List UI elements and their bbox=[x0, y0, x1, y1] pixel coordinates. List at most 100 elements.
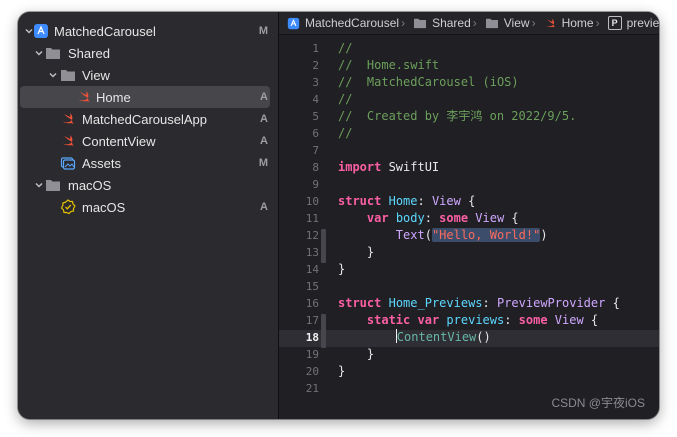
chevron-down-icon[interactable] bbox=[33, 179, 45, 191]
code-line-16[interactable]: struct Home_Previews: PreviewProvider { bbox=[338, 295, 620, 312]
code-line-17[interactable]: static var previews: some View { bbox=[338, 312, 598, 329]
code-line-1[interactable]: // bbox=[338, 40, 352, 57]
folder-icon bbox=[45, 177, 61, 193]
navigator-item-assets[interactable]: Assets M bbox=[18, 152, 278, 174]
navigator-item-matchedcarouselapp[interactable]: MatchedCarouselApp A bbox=[18, 108, 278, 130]
punctuation: } bbox=[338, 262, 346, 276]
chevron-right-icon: › bbox=[595, 16, 600, 30]
change-indicator[interactable] bbox=[321, 314, 326, 348]
code-line-6[interactable]: // bbox=[338, 125, 352, 142]
code-line-13[interactable]: } bbox=[338, 244, 374, 261]
code-line-14[interactable]: } bbox=[338, 261, 345, 278]
change-indicator[interactable] bbox=[321, 229, 326, 263]
type-name: View bbox=[431, 194, 461, 208]
breadcrumb-item-view[interactable]: View › bbox=[485, 16, 540, 30]
code-line-4[interactable]: // bbox=[338, 91, 352, 108]
navigator-item-contentview[interactable]: ContentView A bbox=[18, 130, 278, 152]
code-line-11[interactable]: var body: some View { bbox=[338, 210, 519, 227]
property-name: body bbox=[388, 211, 425, 225]
keyword: some bbox=[518, 313, 548, 327]
navigator-item-macos-entitlements[interactable]: macOS A bbox=[18, 196, 278, 218]
code-line-12[interactable]: Text("Hello, World!") bbox=[338, 227, 548, 244]
navigator-item-label: macOS bbox=[82, 199, 126, 215]
code-line-5[interactable]: // Created by 李宇鸿 on 2022/9/5. bbox=[338, 108, 576, 125]
function-call: ContentView bbox=[396, 330, 477, 344]
navigator-item-macos-folder[interactable]: macOS bbox=[18, 174, 278, 196]
property-name: previews bbox=[446, 313, 505, 327]
punctuation: } bbox=[338, 245, 375, 259]
punctuation: : bbox=[424, 211, 440, 225]
breadcrumb-label: previe bbox=[626, 16, 659, 30]
code-line-3[interactable]: // MatchedCarousel (iOS) bbox=[338, 74, 519, 91]
swift-file-icon bbox=[60, 111, 76, 127]
navigator-item-shared[interactable]: Shared bbox=[18, 42, 278, 64]
line-number: 20 bbox=[305, 365, 319, 378]
module-name: SwiftUI bbox=[381, 160, 440, 174]
chevron-right-icon: › bbox=[472, 16, 477, 30]
keyword: some bbox=[439, 211, 469, 225]
scm-status-badge: A bbox=[260, 135, 268, 147]
chevron-down-icon[interactable] bbox=[47, 69, 59, 81]
breadcrumb-label: Shared bbox=[432, 16, 471, 30]
line-number: 10 bbox=[305, 195, 319, 208]
navigator-item-home[interactable]: Home A bbox=[20, 86, 270, 108]
comment: // Home.swift bbox=[338, 58, 440, 72]
code-line-20[interactable]: } bbox=[338, 363, 345, 380]
type-name: Home bbox=[388, 194, 418, 208]
line-number: 3 bbox=[312, 76, 319, 89]
breadcrumb-item-shared[interactable]: Shared › bbox=[413, 16, 481, 30]
line-number: 21 bbox=[305, 382, 319, 395]
line-number: 4 bbox=[312, 93, 319, 106]
navigator-item-view[interactable]: View bbox=[18, 64, 278, 86]
string-literal: "Hello, World!" bbox=[431, 228, 541, 242]
folder-icon bbox=[485, 18, 498, 29]
punctuation: { bbox=[583, 313, 599, 327]
code-line-19[interactable]: } bbox=[338, 346, 374, 363]
code-line-10[interactable]: struct Home: View { bbox=[338, 193, 475, 210]
scm-status-badge: M bbox=[258, 157, 268, 169]
line-number: 8 bbox=[312, 161, 319, 174]
swift-file-icon bbox=[76, 89, 92, 105]
punctuation: } bbox=[338, 364, 346, 378]
line-number: 11 bbox=[305, 212, 319, 225]
breadcrumb-label: MatchedCarousel bbox=[305, 16, 400, 30]
punctuation: } bbox=[338, 347, 375, 361]
folder-icon bbox=[45, 45, 61, 61]
navigator-item-label: MatchedCarousel bbox=[54, 23, 156, 39]
breadcrumb-item-previews[interactable]: P previe bbox=[607, 16, 659, 30]
punctuation: { bbox=[605, 296, 620, 310]
breadcrumb-item-home[interactable]: Home › bbox=[544, 16, 604, 30]
type-name: View bbox=[468, 211, 505, 225]
line-number: 17 bbox=[305, 314, 319, 327]
line-number-current: 18 bbox=[305, 331, 319, 344]
source-editor[interactable]: MatchedCarousel › Shared › View › Home ›… bbox=[279, 12, 659, 419]
line-number: 7 bbox=[312, 144, 319, 157]
keyword: import bbox=[338, 160, 382, 174]
chevron-right-icon: › bbox=[401, 16, 406, 30]
punctuation: () bbox=[476, 330, 491, 344]
line-number: 12 bbox=[305, 229, 319, 242]
swift-file-icon bbox=[545, 18, 555, 28]
line-number: 13 bbox=[305, 246, 319, 259]
type-name: PreviewProvider bbox=[496, 296, 606, 310]
comment: // bbox=[338, 126, 353, 140]
line-number: 16 bbox=[305, 297, 319, 310]
breadcrumb: MatchedCarousel › Shared › View › Home ›… bbox=[279, 12, 659, 35]
code-line-2[interactable]: // Home.swift bbox=[338, 57, 439, 74]
punctuation: : bbox=[504, 313, 519, 327]
keyword: struct bbox=[338, 296, 382, 310]
code-line-8[interactable]: import SwiftUI bbox=[338, 159, 439, 176]
navigator-item-matchedcarousel[interactable]: MatchedCarousel M bbox=[18, 20, 278, 42]
watermark: CSDN @宇夜iOS bbox=[551, 396, 645, 410]
line-number: 1 bbox=[312, 42, 319, 55]
project-icon bbox=[33, 23, 49, 39]
line-number: 2 bbox=[312, 59, 319, 72]
breadcrumb-item-project[interactable]: MatchedCarousel › bbox=[287, 16, 409, 30]
scm-status-badge: A bbox=[260, 113, 268, 125]
folder-icon bbox=[60, 67, 76, 83]
chevron-down-icon[interactable] bbox=[33, 47, 45, 59]
punctuation: { bbox=[504, 211, 519, 225]
code-line-18[interactable]: ContentView() bbox=[338, 329, 491, 346]
